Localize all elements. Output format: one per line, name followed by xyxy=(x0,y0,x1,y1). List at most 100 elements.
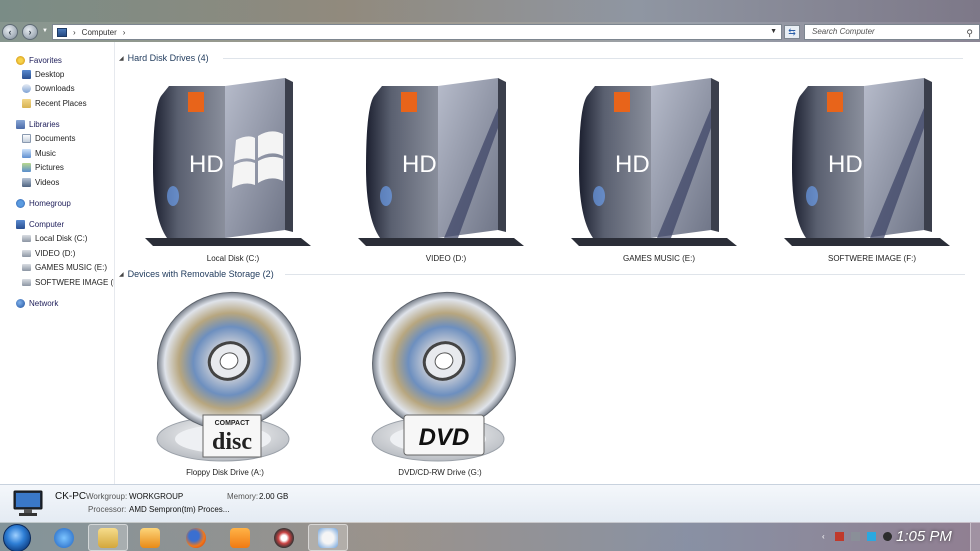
network-tray-icon[interactable] xyxy=(867,532,876,541)
taskbar-media-player[interactable] xyxy=(130,524,170,551)
navigation-pane: Favorites Desktop Downloads Recent Place… xyxy=(0,42,115,484)
media-player-icon xyxy=(140,527,160,548)
show-desktop-button[interactable] xyxy=(970,523,980,551)
details-pane: CK-PC Workgroup: WORKGROUP Memory: 2.00 … xyxy=(0,484,980,522)
antivirus-icon[interactable] xyxy=(883,532,892,541)
sidebar-item-pictures[interactable]: Pictures xyxy=(0,161,114,176)
sidebar-item-label: Music xyxy=(35,148,56,158)
sidebar-group-label: Computer xyxy=(29,220,65,229)
sidebar-item-video-d[interactable]: VIDEO (D:) xyxy=(0,246,114,261)
sidebar-group-label: Favorites xyxy=(29,55,62,65)
sidebar-item-label: Videos xyxy=(35,177,60,187)
drive-label: DVD/CD-RW Drive (G:) xyxy=(398,468,482,477)
group-title: Hard Disk Drives (4) xyxy=(127,53,209,63)
sidebar-item-label: SOFTWERE IMAGE (F: xyxy=(35,277,114,287)
sidebar-network[interactable]: Network xyxy=(0,297,114,311)
group-divider xyxy=(223,58,963,59)
hd-label: HD xyxy=(402,151,437,178)
drive-icon xyxy=(22,235,31,243)
sidebar-favorites[interactable]: Favorites xyxy=(0,53,114,67)
videos-icon xyxy=(22,177,31,187)
breadcrumb-computer[interactable]: Computer xyxy=(82,28,117,37)
search-input[interactable]: Search Computer ⚲ xyxy=(804,24,980,40)
sidebar-item-label: GAMES MUSIC (E:) xyxy=(35,263,108,273)
chevron-right-icon[interactable]: › xyxy=(123,28,126,37)
workgroup-value: WORKGROUP xyxy=(129,492,184,501)
libraries-icon xyxy=(16,120,25,129)
drive-label: SOFTWERE IMAGE (F:) xyxy=(828,254,916,263)
speaker-icon[interactable] xyxy=(851,532,860,541)
hard-drive-icon: HD xyxy=(784,78,950,246)
dvd-disc-icon: DVD xyxy=(371,291,516,462)
sidebar-item-music[interactable]: Music xyxy=(0,146,114,161)
star-icon xyxy=(16,55,25,65)
refresh-button[interactable]: ⇆ xyxy=(784,25,800,39)
sidebar-item-videos[interactable]: Videos xyxy=(0,175,114,190)
sidebar-homegroup[interactable]: Homegroup xyxy=(0,197,114,211)
taskbar-firefox[interactable] xyxy=(176,524,216,551)
flag-icon[interactable] xyxy=(835,532,844,541)
sidebar-item-label: Recent Places xyxy=(35,98,87,108)
homegroup-icon xyxy=(16,199,25,208)
search-placeholder: Search Computer xyxy=(812,27,875,36)
sidebar-item-documents[interactable]: Documents xyxy=(0,132,114,147)
sidebar-item-label: Local Disk (C:) xyxy=(35,234,88,244)
window-titlebar xyxy=(0,0,980,22)
search-icon[interactable]: ⚲ xyxy=(966,26,973,40)
documents-icon xyxy=(22,134,31,144)
drive-tile-dvd-g[interactable]: DVD DVD/CD-RW Drive (G:) xyxy=(340,282,540,502)
hard-drive-icon: HD xyxy=(571,78,737,246)
collapse-icon[interactable]: ◢ xyxy=(119,271,124,278)
group-divider xyxy=(285,274,965,275)
processor-label: Processor: xyxy=(88,505,127,514)
sidebar-item-desktop[interactable]: Desktop xyxy=(0,67,114,82)
sidebar-item-softwere-image-f[interactable]: SOFTWERE IMAGE (F: xyxy=(0,275,114,290)
uc-browser-icon xyxy=(230,527,250,548)
sidebar-group-label: Network xyxy=(29,299,59,308)
start-button[interactable] xyxy=(3,524,31,551)
drive-tile-games-music-e[interactable]: HD GAMES MUSIC (E:) xyxy=(559,68,759,288)
firefox-icon xyxy=(186,527,206,548)
sidebar-item-local-disk-c[interactable]: Local Disk (C:) xyxy=(0,232,114,247)
group-header-hard-disk-drives[interactable]: ◢ Hard Disk Drives (4) xyxy=(119,51,209,65)
hd-label: HD xyxy=(189,151,224,178)
memory-label: Memory: xyxy=(227,492,259,501)
drive-label: VIDEO (D:) xyxy=(425,254,467,263)
disc-label: disc xyxy=(212,429,252,455)
taskbar-uc-browser[interactable] xyxy=(220,524,260,551)
sidebar-item-label: Documents xyxy=(35,134,76,144)
forward-button[interactable]: › xyxy=(22,24,38,40)
sidebar-item-label: VIDEO (D:) xyxy=(35,248,76,258)
sidebar-item-downloads[interactable]: Downloads xyxy=(0,82,114,97)
drive-icon xyxy=(22,278,31,286)
downloads-icon xyxy=(22,84,31,94)
taskbar-windows-explorer[interactable] xyxy=(88,524,128,551)
computer-monitor-icon xyxy=(13,490,43,516)
recent-pages-dropdown[interactable]: ▼ xyxy=(42,28,48,34)
address-box[interactable]: › Computer › ▼ xyxy=(52,24,782,40)
sidebar-group-label: Homegroup xyxy=(29,199,71,208)
computer-icon xyxy=(57,27,67,37)
address-dropdown-icon[interactable]: ▼ xyxy=(770,28,777,35)
drive-tile-local-disk-c[interactable]: HD Local Disk (C:) xyxy=(133,68,333,288)
back-button[interactable]: ‹ xyxy=(2,24,18,40)
sidebar-item-recent-places[interactable]: Recent Places xyxy=(0,96,114,111)
sidebar-computer[interactable]: Computer xyxy=(0,218,114,232)
collapse-icon[interactable]: ◢ xyxy=(119,55,124,62)
drive-tile-floppy-a[interactable]: COMPACT disc Floppy Disk Drive (A:) xyxy=(125,282,325,502)
internet-explorer-icon xyxy=(54,527,74,548)
taskbar-clock[interactable]: 1:05 PM xyxy=(896,528,952,545)
sidebar-item-games-music-e[interactable]: GAMES MUSIC (E:) xyxy=(0,261,114,276)
drive-tile-softwere-image-f[interactable]: HD SOFTWERE IMAGE (F:) xyxy=(772,68,972,288)
drive-tile-video-d[interactable]: HD VIDEO (D:) xyxy=(346,68,546,288)
address-bar-row: ‹ › ▼ › Computer › ▼ ⇆ Search Computer ⚲ xyxy=(0,22,980,42)
taskbar-paint[interactable] xyxy=(308,524,348,551)
taskbar-app-circle[interactable] xyxy=(264,524,304,551)
hard-drive-icon: HD xyxy=(358,78,524,246)
drive-label: Floppy Disk Drive (A:) xyxy=(186,468,264,477)
drive-icon xyxy=(22,264,31,272)
taskbar-internet-explorer[interactable] xyxy=(44,524,84,551)
group-header-removable-storage[interactable]: ◢ Devices with Removable Storage (2) xyxy=(119,267,274,281)
show-hidden-icons-icon[interactable]: ‹ xyxy=(822,532,828,541)
sidebar-libraries[interactable]: Libraries xyxy=(0,118,114,132)
